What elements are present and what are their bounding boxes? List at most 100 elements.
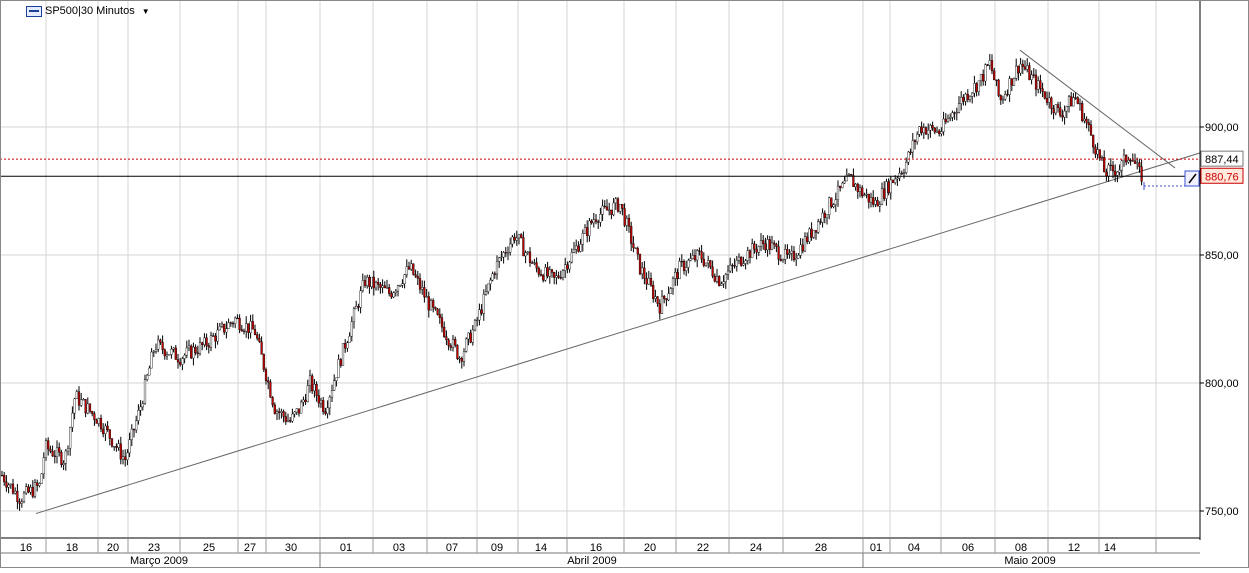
candle-body (746, 250, 749, 261)
candle-body (348, 335, 351, 343)
candle (456, 344, 459, 361)
candle-body (830, 197, 833, 208)
caret-down-icon[interactable]: ▼ (142, 7, 150, 16)
candle-body (1100, 157, 1104, 159)
candle-body (803, 236, 807, 252)
candle-body (117, 443, 120, 448)
candle-body (1076, 97, 1079, 104)
candle-body (797, 255, 800, 259)
candle (1043, 91, 1046, 100)
candle-body (590, 220, 593, 224)
candle-body (968, 96, 972, 100)
candle-body (139, 406, 142, 411)
candle-body (236, 317, 239, 320)
candle-body (834, 199, 837, 205)
candle-body (106, 425, 109, 430)
candle-body (247, 323, 250, 333)
candle-body (636, 248, 639, 255)
pencil-tool-icon[interactable] (1184, 170, 1200, 187)
candle-body (691, 255, 694, 259)
candle-body (1120, 160, 1123, 171)
candle-body (729, 264, 732, 272)
candle-body (614, 198, 617, 204)
candle-body (256, 334, 259, 339)
candle-body (586, 227, 589, 236)
candle-body (467, 332, 470, 340)
candle-body (498, 257, 501, 262)
candle-body (1034, 74, 1038, 90)
candle-body (575, 245, 578, 250)
candle-body (253, 329, 257, 335)
candle-body (132, 428, 136, 431)
candle-body (416, 276, 419, 279)
chart-header[interactable]: SP500 | 30 Minutos ▼ (26, 4, 150, 18)
candle-body (572, 249, 576, 253)
candle-body (953, 112, 956, 114)
x-day-tick-label: 18 (66, 542, 78, 554)
candle-body (784, 249, 787, 260)
candle-body (979, 74, 983, 82)
candle-body (190, 345, 193, 359)
candle-body (471, 329, 474, 343)
candle-body (504, 252, 507, 254)
candle-body (568, 261, 571, 270)
candle-body (201, 342, 204, 345)
cfd-badge-icon (26, 5, 42, 17)
candle-body (315, 384, 318, 396)
price-chart[interactable]: 887,44 880,76 750,00 800,00 850,00 900,00 16… (0, 0, 1249, 568)
candle-body (1039, 80, 1042, 89)
candle-body (282, 411, 285, 417)
candle-body (1098, 149, 1101, 159)
candle-body (359, 290, 362, 308)
x-month-label: Maio 2009 (1004, 555, 1055, 567)
candle-body (509, 243, 512, 253)
candle-body (47, 440, 50, 450)
candle-body (146, 374, 149, 380)
candle-body (594, 219, 598, 222)
candle-body (731, 264, 734, 267)
candle-body (847, 174, 851, 176)
candle-body (623, 208, 626, 226)
candle-body (124, 456, 127, 460)
candle-body (363, 280, 367, 286)
candle-body (685, 267, 688, 271)
candle-body (163, 349, 166, 357)
candle-body (528, 251, 532, 263)
candle-body (51, 451, 54, 457)
candle-body (951, 112, 954, 118)
candle-body (1041, 88, 1044, 92)
candle-body (165, 354, 169, 357)
candle-body (115, 446, 118, 448)
candle-body (955, 111, 958, 114)
candle-body (3, 475, 6, 483)
candle-body (757, 246, 760, 253)
candle-body (1081, 103, 1084, 121)
candle-body (1074, 97, 1077, 99)
candle-body (918, 126, 921, 135)
price-level-label: 880,76 (1205, 171, 1239, 183)
candle (110, 438, 114, 448)
candle-body (414, 274, 417, 277)
candle-body (938, 130, 941, 135)
candle-body (665, 298, 668, 301)
candle-body (792, 250, 796, 260)
candle-body (71, 412, 74, 428)
candle-body (1019, 63, 1022, 74)
candle-body (137, 410, 140, 421)
candle-body (700, 251, 703, 260)
candle-body (456, 344, 459, 359)
candle-body (489, 279, 492, 285)
candle-body (916, 134, 919, 143)
candle-body (599, 213, 602, 223)
candle-body (108, 429, 111, 439)
candle-body (1043, 91, 1046, 99)
candle-body (344, 343, 347, 349)
candle-body (724, 274, 727, 282)
candle-body (768, 239, 771, 250)
candle-body (601, 205, 604, 215)
candle-body (867, 193, 870, 203)
candle-body (839, 185, 842, 188)
candle-body (126, 452, 129, 460)
x-day-tick-label: 12 (1068, 542, 1080, 554)
candle-body (141, 403, 144, 408)
